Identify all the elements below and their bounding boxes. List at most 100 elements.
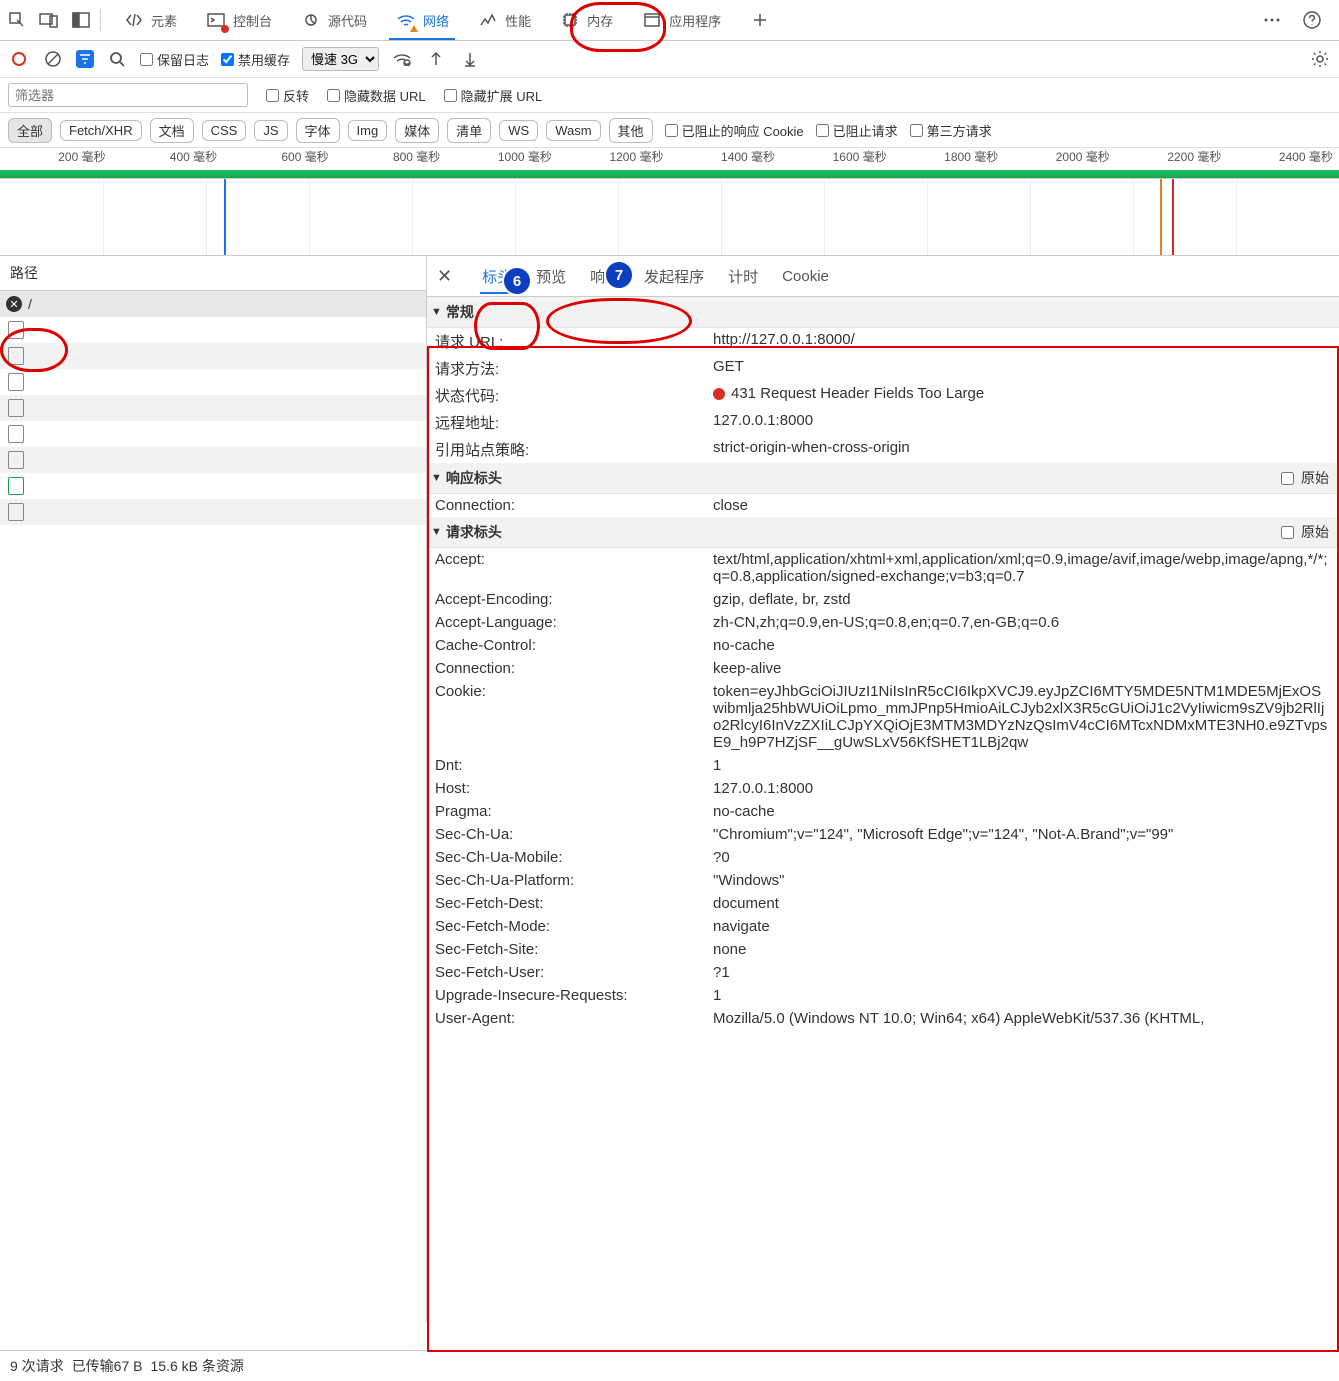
blocked-request-checkbox[interactable]: 已阻止请求 bbox=[816, 121, 898, 140]
header-row: Sec-Fetch-Site:none bbox=[427, 938, 1339, 961]
time-tick: 1800 毫秒 bbox=[893, 148, 1005, 170]
console-icon bbox=[205, 9, 227, 31]
detail-tab-headers[interactable]: 标头 bbox=[480, 260, 514, 293]
status-requests: 9 次请求 bbox=[10, 1356, 64, 1376]
time-graph[interactable] bbox=[0, 179, 1339, 256]
kv-value: zh-CN,zh;q=0.9,en-US;q=0.8,en;q=0.7,en-G… bbox=[713, 614, 1331, 631]
type-doc[interactable]: 文档 bbox=[150, 118, 194, 143]
kv-value: text/html,application/xhtml+xml,applicat… bbox=[713, 551, 1331, 585]
download-har-icon[interactable] bbox=[459, 48, 481, 70]
timeline-overview[interactable]: 200 毫秒400 毫秒600 毫秒800 毫秒1000 毫秒1200 毫秒14… bbox=[0, 148, 1339, 179]
type-css[interactable]: CSS bbox=[202, 120, 247, 141]
kv-key: Accept: bbox=[435, 551, 713, 585]
tab-network[interactable]: 网络 bbox=[381, 0, 463, 40]
search-icon[interactable] bbox=[106, 48, 128, 70]
header-row: Accept:text/html,application/xhtml+xml,a… bbox=[427, 548, 1339, 588]
detail-tabs: ✕ 标头 预览 响应 发起程序 计时 Cookie bbox=[427, 256, 1339, 297]
time-tick: 600 毫秒 bbox=[223, 148, 335, 170]
type-all[interactable]: 全部 bbox=[8, 118, 52, 143]
clear-button[interactable] bbox=[42, 48, 64, 70]
upload-har-icon[interactable] bbox=[425, 48, 447, 70]
performance-icon bbox=[477, 9, 499, 31]
settings-gear-icon[interactable] bbox=[1309, 48, 1331, 70]
tab-add[interactable] bbox=[735, 0, 785, 40]
devtools-top-tabs: 元素 控制台 源代码 网络 性能 内存 应用程序 bbox=[0, 0, 1339, 41]
detail-tab-cookies[interactable]: Cookie bbox=[780, 262, 831, 291]
type-wasm[interactable]: Wasm bbox=[546, 120, 600, 141]
type-fetch[interactable]: Fetch/XHR bbox=[60, 120, 142, 141]
type-manifest[interactable]: 清单 bbox=[447, 118, 491, 143]
tab-label: 应用程序 bbox=[669, 11, 721, 30]
dock-icon[interactable] bbox=[70, 9, 92, 31]
disable-cache-checkbox[interactable]: 禁用缓存 bbox=[221, 50, 290, 69]
filter-toggle[interactable] bbox=[76, 50, 94, 68]
more-icon[interactable] bbox=[1261, 9, 1283, 31]
header-row: User-Agent:Mozilla/5.0 (Windows NT 10.0;… bbox=[427, 1007, 1339, 1030]
request-row[interactable]: ✕/ bbox=[0, 291, 426, 317]
type-font[interactable]: 字体 bbox=[296, 118, 340, 143]
tab-label: 内存 bbox=[587, 11, 613, 30]
detail-pane: ✕ 标头 预览 响应 发起程序 计时 Cookie ▼常规 请求 URL:htt… bbox=[427, 256, 1339, 1322]
file-icon bbox=[8, 451, 24, 469]
general-section-header[interactable]: ▼常规 bbox=[427, 297, 1339, 328]
close-detail-button[interactable]: ✕ bbox=[437, 266, 452, 287]
blocked-cookie-checkbox[interactable]: 已阻止的响应 Cookie bbox=[665, 121, 804, 140]
detail-tab-initiator[interactable]: 发起程序 bbox=[642, 260, 706, 293]
network-conditions-icon[interactable] bbox=[391, 48, 413, 70]
header-row: Connection:keep-alive bbox=[427, 657, 1339, 680]
tab-application[interactable]: 应用程序 bbox=[627, 0, 735, 40]
third-party-checkbox[interactable]: 第三方请求 bbox=[910, 121, 992, 140]
raw-response-checkbox[interactable]: 原始 bbox=[1277, 468, 1329, 488]
time-tick: 200 毫秒 bbox=[0, 148, 112, 170]
kv-key: Sec-Ch-Ua-Platform: bbox=[435, 872, 713, 889]
tab-sources[interactable]: 源代码 bbox=[286, 0, 381, 40]
preserve-log-checkbox[interactable]: 保留日志 bbox=[140, 50, 209, 69]
detail-tab-preview[interactable]: 预览 bbox=[534, 260, 568, 293]
type-js[interactable]: JS bbox=[254, 120, 287, 141]
tab-console[interactable]: 控制台 bbox=[191, 0, 286, 40]
network-icon bbox=[395, 9, 417, 31]
type-ws[interactable]: WS bbox=[499, 120, 538, 141]
response-headers-section[interactable]: ▼响应标头原始 bbox=[427, 463, 1339, 494]
detail-tab-response[interactable]: 响应 bbox=[588, 260, 622, 293]
tab-memory[interactable]: 内存 bbox=[545, 0, 627, 40]
kv-value: navigate bbox=[713, 918, 1331, 935]
raw-request-checkbox[interactable]: 原始 bbox=[1277, 522, 1329, 542]
request-headers-section[interactable]: ▼请求标头原始 bbox=[427, 517, 1339, 548]
kv-key: Connection: bbox=[435, 660, 713, 677]
hide-ext-url-checkbox[interactable]: 隐藏扩展 URL bbox=[444, 86, 543, 105]
tab-label: 网络 bbox=[423, 11, 449, 30]
tab-elements[interactable]: 元素 bbox=[109, 0, 191, 40]
time-tick: 1600 毫秒 bbox=[781, 148, 893, 170]
application-icon bbox=[641, 9, 663, 31]
file-icon bbox=[8, 425, 24, 443]
filter-input[interactable] bbox=[8, 83, 248, 107]
kv-value: "Windows" bbox=[713, 872, 1331, 889]
type-media[interactable]: 媒体 bbox=[395, 118, 439, 143]
header-row: Cache-Control:no-cache bbox=[427, 634, 1339, 657]
status-resources: 15.6 kB 条资源 bbox=[151, 1356, 244, 1376]
request-list-pane: 路径 ✕/ bbox=[0, 256, 427, 1322]
path-header[interactable]: 路径 bbox=[0, 256, 426, 291]
detail-tab-timing[interactable]: 计时 bbox=[726, 260, 760, 293]
header-row: Accept-Language:zh-CN,zh;q=0.9,en-US;q=0… bbox=[427, 611, 1339, 634]
inspect-icon[interactable] bbox=[6, 9, 28, 31]
tab-performance[interactable]: 性能 bbox=[463, 0, 545, 40]
throttling-select[interactable]: 慢速 3G bbox=[302, 47, 379, 71]
type-other[interactable]: 其他 bbox=[609, 118, 653, 143]
record-button[interactable] bbox=[8, 48, 30, 70]
help-icon[interactable] bbox=[1301, 9, 1323, 31]
type-filter-row: 全部 Fetch/XHR 文档 CSS JS 字体 Img 媒体 清单 WS W… bbox=[0, 113, 1339, 148]
kv-value: no-cache bbox=[713, 637, 1331, 654]
file-icon bbox=[8, 321, 24, 339]
checkbox-label: 禁用缓存 bbox=[238, 50, 290, 69]
time-tick: 2200 毫秒 bbox=[1116, 148, 1228, 170]
hide-data-url-checkbox[interactable]: 隐藏数据 URL bbox=[327, 86, 426, 105]
header-row: Sec-Fetch-User:?1 bbox=[427, 961, 1339, 984]
header-row: Upgrade-Insecure-Requests:1 bbox=[427, 984, 1339, 1007]
file-icon bbox=[8, 347, 24, 365]
invert-checkbox[interactable]: 反转 bbox=[266, 86, 309, 105]
status-dot-icon bbox=[713, 388, 725, 400]
type-img[interactable]: Img bbox=[348, 120, 388, 141]
device-icon[interactable] bbox=[38, 9, 60, 31]
